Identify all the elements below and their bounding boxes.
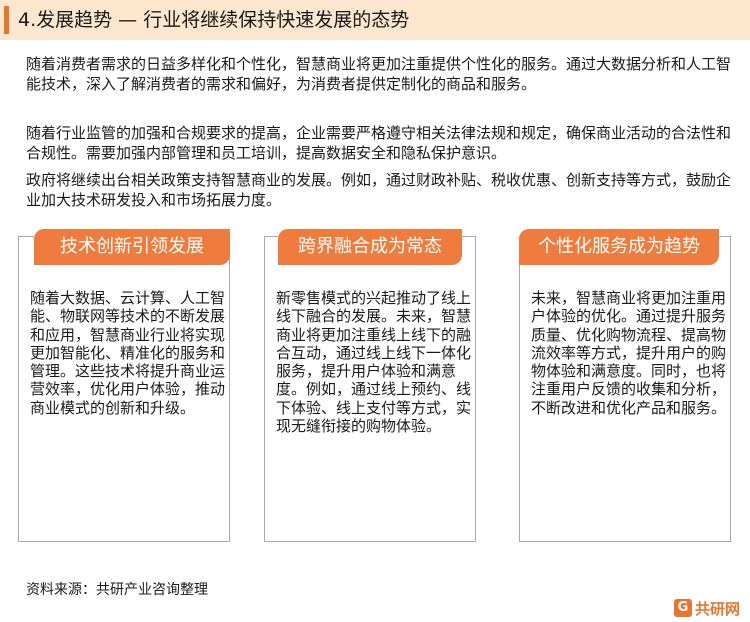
card-body: 新零售模式的兴起推动了线上线下融合的发展。未来，智慧商业将更加注重线上线下的融合… xyxy=(276,289,472,436)
trend-card-tech: 随着大数据、云计算、人工智能、物联网等技术的不断发展和应用，智慧商业行业将实现更… xyxy=(18,236,230,542)
trend-card-crossover: 新零售模式的兴起推动了线上线下融合的发展。未来，智慧商业将更加注重线上线下的融合… xyxy=(264,236,476,542)
intro-paragraph-3: 政府将继续出台相关政策支持智慧商业的发展。例如，通过财政补贴、税收优惠、创新支持… xyxy=(26,171,732,209)
header-accent-bar xyxy=(4,6,9,34)
trend-card-personalized: 未来，智慧商业将更加注重用户体验的优化。通过提升服务质量、优化购物流程、提高物流… xyxy=(519,236,731,542)
section-header: 4.发展趋势 — 行业将继续保持快速发展的态势 xyxy=(0,0,750,40)
logo-icon: G xyxy=(673,599,692,617)
source-note: 资料来源：共研产业咨询整理 xyxy=(26,582,208,598)
brand-logo: G 共研网 xyxy=(673,597,740,619)
intro-paragraph-1: 随着消费者需求的日益多样化和个性化，智慧商业将更加注重提供个性化的服务。通过大数… xyxy=(26,55,732,93)
intro-paragraph-2: 随着行业监管的加强和合规要求的提高，企业需要严格遵守相关法律法规和规定，确保商业… xyxy=(26,124,732,162)
card-title-personalized: 个性化服务成为趋势 xyxy=(519,229,719,265)
page-title: 4.发展趋势 — 行业将继续保持快速发展的态势 xyxy=(18,9,410,31)
logo-text: 共研网 xyxy=(694,599,740,618)
card-title-crossover: 跨界融合成为常态 xyxy=(278,229,462,265)
card-body: 随着大数据、云计算、人工智能、物联网等技术的不断发展和应用，智慧商业行业将实现更… xyxy=(30,289,226,417)
card-body: 未来，智慧商业将更加注重用户体验的优化。通过提升服务质量、优化购物流程、提高物流… xyxy=(531,289,727,417)
card-title-tech: 技术创新引领发展 xyxy=(34,229,230,265)
